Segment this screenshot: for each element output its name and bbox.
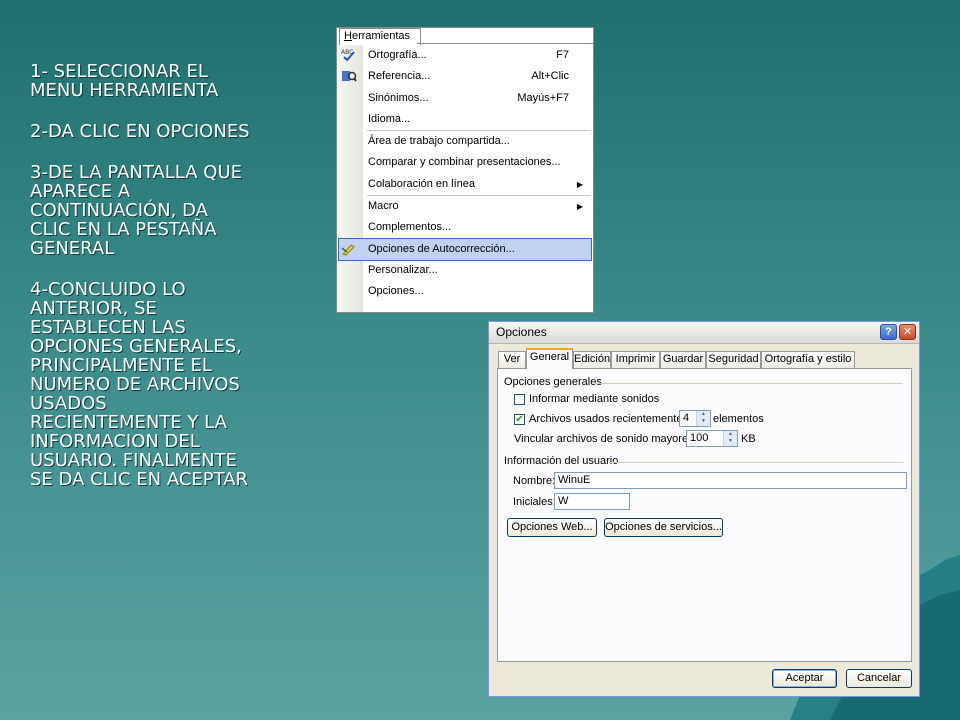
tools-menu: Herramientas ABC Ortografía... F7 Refere… [336,27,594,313]
link-sounds-unit: KB [741,433,756,445]
menu-item-ortografia[interactable]: ABC Ortografía... F7 [337,45,593,66]
dialog-titlebar[interactable]: Opciones ? ✕ [489,322,919,344]
spin-up-icon[interactable]: ▲ [697,411,710,418]
menu-item-sinonimos[interactable]: Sinónimos... Mayús+F7 [337,88,593,109]
tab-general[interactable]: General [526,348,573,369]
menu-item-macro[interactable]: Macro ▶ [337,196,593,217]
accept-button[interactable]: Aceptar [772,669,837,688]
group-user-info: Información del usuario [504,455,619,467]
step-2: 2-DA CLIC EN OPCIONES [30,121,250,142]
menu-item-complementos[interactable]: Complementos... [337,217,593,238]
step-1: 1- SELECCIONAR EL MENU HERRAMIENTA [30,61,219,101]
recent-files-stepper[interactable]: 4 ▲ ▼ [679,410,711,427]
web-options-button[interactable]: Opciones Web... [507,518,597,537]
step-3: 3-DE LA PANTALLA QUE APARECE A CONTINUAC… [30,162,242,259]
autocorrect-icon [340,242,358,257]
options-dialog: Opciones ? ✕ Ver General Edición Imprimi… [488,321,920,697]
instructions: 1- SELECCIONAR EL MENU HERRAMIENTA 2-DA … [30,62,315,511]
link-sounds-value: 100 [690,432,709,444]
menu-item-opciones[interactable]: Opciones... [337,281,593,302]
submenu-arrow-icon: ▶ [576,202,583,212]
link-sounds-label: Vincular archivos de sonido mayores de [514,433,709,445]
recent-files-unit: elementos [713,413,764,425]
menu-item-colaboracion[interactable]: Colaboración en línea ▶ [337,174,593,195]
step-4: 4-CONCLUIDO LO ANTERIOR, SE ESTABLECEN L… [30,279,249,490]
menu-title-herramientas[interactable]: Herramientas [339,28,421,45]
recent-files-label: Archivos usados recientemente: [529,413,686,425]
menu-item-comparar[interactable]: Comparar y combinar presentaciones... [337,152,593,173]
spellcheck-icon: ABC [340,48,358,63]
menu-item-area-trabajo[interactable]: Área de trabajo compartida... [337,131,593,152]
cancel-button[interactable]: Cancelar [846,669,912,688]
menu-item-referencia[interactable]: Referencia... Alt+Clic [337,66,593,87]
submenu-arrow-icon: ▶ [576,179,583,189]
help-button[interactable]: ? [880,324,897,340]
dialog-title: Opciones [496,325,547,339]
link-sounds-stepper[interactable]: 100 ▲ ▼ [686,430,738,447]
tab-imprimir[interactable]: Imprimir [611,351,660,368]
inform-sounds-checkbox[interactable] [514,394,525,405]
tab-guardar[interactable]: Guardar [660,351,706,368]
recent-files-value: 4 [683,412,690,424]
tab-ver[interactable]: Ver [498,351,526,368]
general-tab-panel: Opciones generales Informar mediante son… [497,368,912,662]
name-label: Nombre: [513,475,556,487]
tab-ortografia-estilo[interactable]: Ortografía y estilo [761,351,855,368]
group-general-options: Opciones generales [504,376,602,388]
tab-edicion[interactable]: Edición [573,351,611,368]
spin-down-icon[interactable]: ▼ [724,438,737,445]
menu-item-autocorreccion[interactable]: Opciones de Autocorrección... [338,237,592,261]
spin-down-icon[interactable]: ▼ [697,418,710,425]
recent-files-checkbox[interactable]: ✔ [514,414,525,425]
name-field[interactable]: WinuE [554,472,907,489]
menu-item-personalizar[interactable]: Personalizar... [337,260,593,281]
inform-sounds-label: Informar mediante sonidos [529,393,660,405]
menu-items: ABC Ortografía... F7 Referencia... Alt+C… [337,45,593,303]
close-button[interactable]: ✕ [899,324,916,340]
initials-field[interactable]: W [554,493,630,510]
spin-up-icon[interactable]: ▲ [724,431,737,438]
initials-label: Iniciales: [513,496,556,508]
menu-item-idioma[interactable]: Idioma... [337,109,593,130]
tab-seguridad[interactable]: Seguridad [706,351,761,368]
service-options-button[interactable]: Opciones de servicios... [604,518,723,537]
research-icon [340,69,358,84]
